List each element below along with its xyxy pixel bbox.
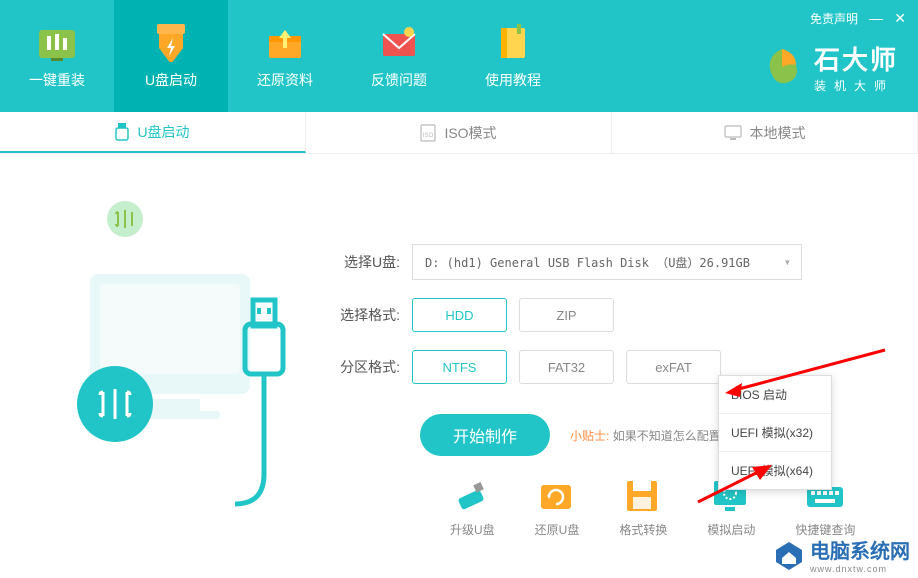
usb-cable-icon [225, 224, 305, 514]
tab-label: 本地模式 [750, 123, 806, 143]
chevron-down-icon: ▾ [784, 255, 791, 269]
upgrade-usb-button[interactable]: 升级U盘 [450, 477, 495, 538]
restore-box-icon [537, 477, 577, 513]
minimize-button[interactable]: — [869, 10, 883, 26]
mode-hdd-button[interactable]: HDD [412, 298, 507, 332]
disclaimer-link[interactable]: 免责声明 [810, 10, 858, 27]
nav-label: 使用教程 [485, 70, 541, 90]
logo: 石大师 装机大师 [760, 40, 898, 94]
icon-label: 升级U盘 [450, 521, 495, 538]
nav-label: 还原资料 [257, 70, 313, 90]
book-icon [493, 22, 533, 62]
tip-label: 小贴士: [570, 429, 609, 443]
nav-label: 反馈问题 [371, 70, 427, 90]
tab-iso[interactable]: ISO ISO模式 [306, 112, 612, 153]
watermark-url: www.dnxtw.com [810, 564, 910, 574]
floppy-icon [623, 477, 663, 513]
svg-text:ISO: ISO [423, 133, 434, 139]
icon-label: 格式转换 [619, 521, 667, 538]
bar-chart-icon [37, 22, 77, 62]
close-button[interactable]: ✕ [894, 10, 906, 27]
tab-label: ISO模式 [444, 123, 496, 143]
fs-exfat-button[interactable]: exFAT [626, 350, 721, 384]
udisk-label: 选择U盘: [330, 252, 400, 272]
logo-main: 石大师 [814, 40, 898, 77]
iso-icon: ISO [420, 124, 436, 142]
icon-label: 模拟启动 [707, 521, 755, 538]
format-convert-button[interactable]: 格式转换 [619, 477, 667, 538]
monitor-icon [724, 125, 742, 141]
tab-local[interactable]: 本地模式 [612, 112, 918, 153]
restore-usb-button[interactable]: 还原U盘 [535, 477, 580, 538]
main-nav: 一键重装 U盘启动 还原资料 反馈问题 使用教程 [0, 0, 570, 112]
udisk-value: D: (hd1) General USB Flash Disk （U盘）26.9… [425, 254, 750, 271]
nav-label: 一键重装 [29, 70, 85, 90]
logo-icon [760, 45, 804, 89]
fs-fat32-button[interactable]: FAT32 [519, 350, 614, 384]
mode-tabs: U盘启动 ISO ISO模式 本地模式 [0, 112, 918, 154]
fs-ntfs-button[interactable]: NTFS [412, 350, 507, 384]
nav-feedback[interactable]: 反馈问题 [342, 0, 456, 112]
start-button[interactable]: 开始制作 [420, 414, 550, 456]
envelope-icon [379, 22, 419, 62]
tab-label: U盘启动 [137, 122, 189, 142]
nav-tutorial[interactable]: 使用教程 [456, 0, 570, 112]
usb-icon [115, 123, 129, 141]
tab-usb-boot[interactable]: U盘启动 [0, 112, 306, 153]
mode-label: 选择格式: [330, 305, 400, 325]
usb-drive-icon [452, 477, 492, 513]
watermark-text: 电脑系统网 [810, 535, 910, 564]
nav-reinstall[interactable]: 一键重装 [0, 0, 114, 112]
header: 免责声明 — ✕ 一键重装 U盘启动 还原资料 反馈问题 使用教程 石大师 装机… [0, 0, 918, 112]
boot-mode-popup: BIOS 启动 UEFI 模拟(x32) UEFI 模拟(x64) [718, 375, 832, 490]
popup-uefi-x64[interactable]: UEFI 模拟(x64) [719, 452, 831, 489]
shield-lightning-icon [151, 22, 191, 62]
nav-usb-boot[interactable]: U盘启动 [114, 0, 228, 112]
icon-label: 还原U盘 [535, 521, 580, 538]
illustration [40, 184, 290, 484]
mode-zip-button[interactable]: ZIP [519, 298, 614, 332]
nav-label: U盘启动 [145, 70, 197, 90]
popup-uefi-x32[interactable]: UEFI 模拟(x32) [719, 414, 831, 452]
popup-bios-boot[interactable]: BIOS 启动 [719, 376, 831, 414]
upload-box-icon [265, 22, 305, 62]
nav-restore[interactable]: 还原资料 [228, 0, 342, 112]
watermark: 电脑系统网 www.dnxtw.com [774, 535, 910, 574]
watermark-icon [774, 540, 804, 570]
udisk-select[interactable]: D: (hd1) General USB Flash Disk （U盘）26.9… [412, 244, 802, 280]
fs-label: 分区格式: [330, 357, 400, 377]
logo-sub: 装机大师 [814, 77, 898, 94]
